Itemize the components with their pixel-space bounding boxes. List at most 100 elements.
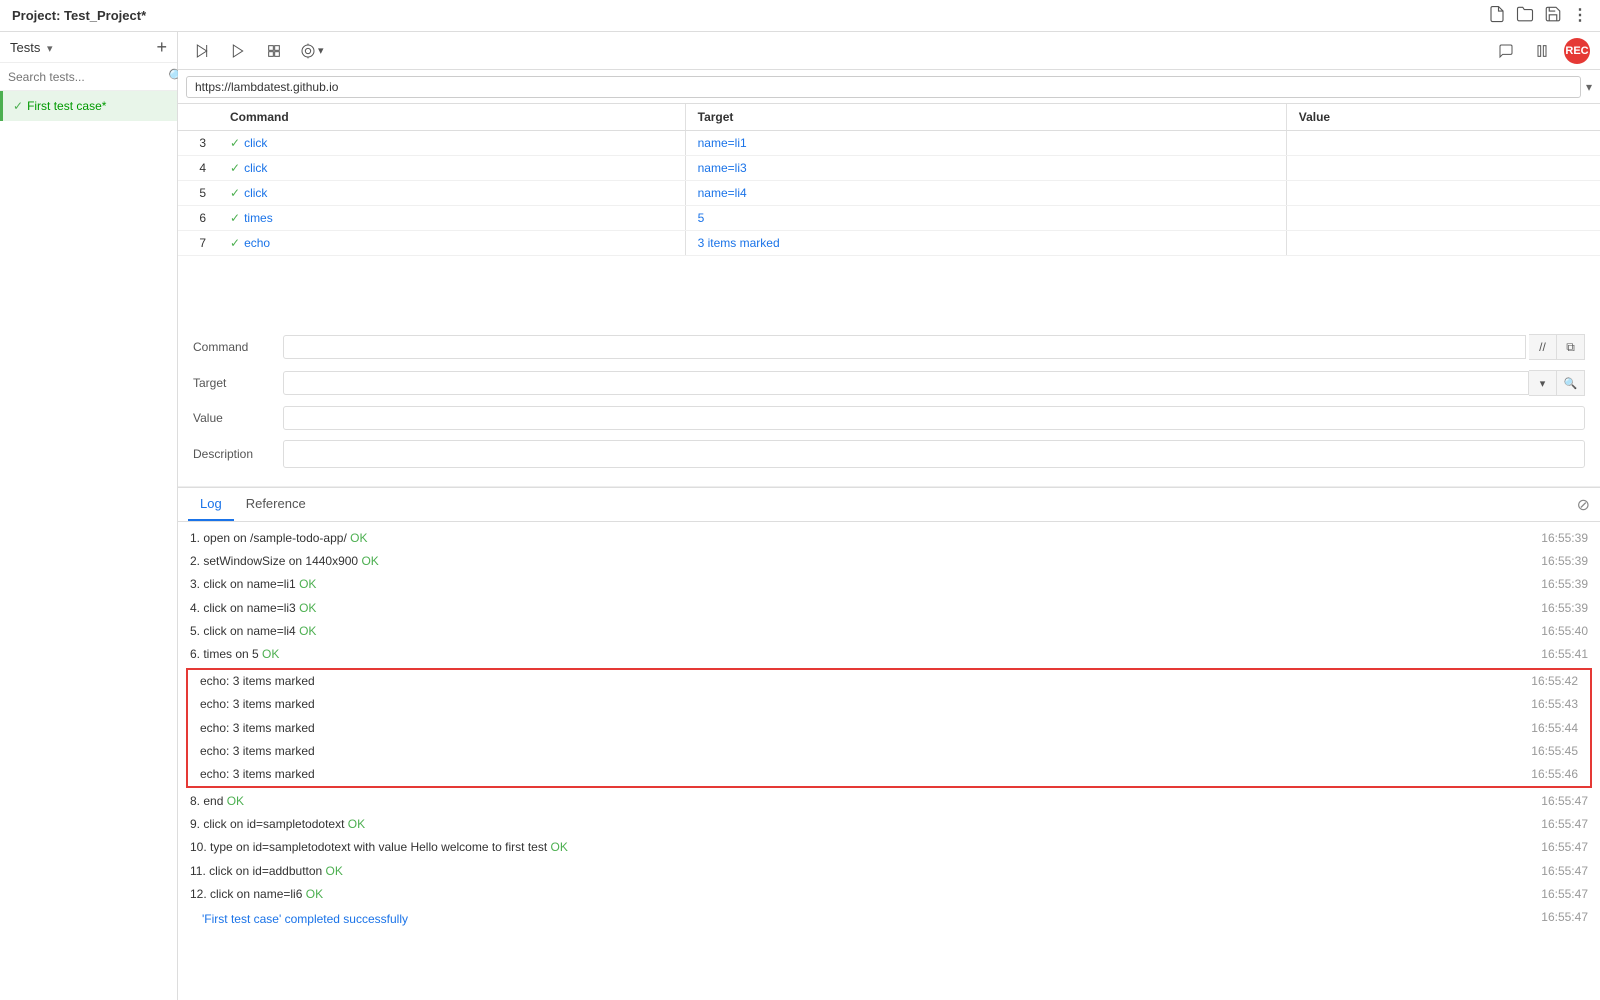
log-text: 1. open on /sample-todo-app/ OK [190, 529, 367, 548]
log-item: 10. type on id=sampletodotext with value… [178, 836, 1600, 859]
target-input[interactable] [283, 371, 1529, 395]
log-item: 11. click on id=addbutton OK16:55:47 [178, 860, 1600, 883]
log-item: 2. setWindowSize on 1440x900 OK16:55:39 [178, 550, 1600, 573]
log-time: 16:55:39 [1541, 599, 1588, 618]
value-label: Value [193, 411, 283, 425]
table-row[interactable]: 3 ✓click name=li1 [178, 131, 1600, 156]
main-layout: Tests ▾ + 🔍 ✓First test case* [0, 32, 1600, 1000]
top-bar: Project: Test_Project* ⋮ [0, 0, 1600, 32]
top-bar-icons: ⋮ [1488, 5, 1588, 26]
search-box: 🔍 [0, 63, 177, 91]
tests-dropdown-arrow[interactable]: ▾ [47, 43, 53, 55]
log-item: echo: 3 items marked16:55:44 [188, 717, 1590, 740]
log-time: 16:55:44 [1531, 719, 1578, 738]
test-item-first[interactable]: ✓First test case* [0, 91, 177, 121]
more-icon[interactable]: ⋮ [1572, 5, 1588, 26]
row-command: ✓click [218, 181, 685, 206]
log-text: 6. times on 5 OK [190, 645, 279, 664]
row-value [1286, 231, 1600, 256]
target-input-wrapper: ▾ 🔍 [283, 370, 1585, 396]
command-copy-btn[interactable]: ⧉ [1557, 334, 1585, 360]
record-label: REC [1565, 45, 1588, 57]
highlighted-log-group: echo: 3 items marked16:55:42echo: 3 item… [186, 668, 1592, 788]
log-item: 8. end OK16:55:47 [178, 790, 1600, 813]
row-command: ✓click [218, 131, 685, 156]
log-item: 12. click on name=li6 OK16:55:47 [178, 883, 1600, 906]
log-item: 3. click on name=li1 OK16:55:39 [178, 573, 1600, 596]
log-item: 1. open on /sample-todo-app/ OK16:55:39 [178, 527, 1600, 550]
url-input[interactable] [186, 76, 1581, 98]
search-input[interactable] [8, 70, 163, 84]
tab-reference[interactable]: Reference [234, 488, 318, 521]
replay-button[interactable] [260, 37, 288, 65]
log-text: echo: 3 items marked [200, 765, 315, 784]
record-button[interactable]: REC [1564, 38, 1590, 64]
url-dropdown-arrow[interactable]: ▾ [1586, 80, 1592, 94]
log-text: 10. type on id=sampletodotext with value… [190, 838, 568, 857]
description-label: Description [193, 447, 283, 461]
log-tabs: Log Reference ⊘ [178, 488, 1600, 522]
log-item: 6. times on 5 OK 16:55:41 [178, 643, 1600, 666]
log-time: 16:55:42 [1531, 672, 1578, 691]
log-item: 9. click on id=sampletodotext OK16:55:47 [178, 813, 1600, 836]
tests-label: Tests [10, 40, 40, 55]
log-time: 16:55:47 [1541, 885, 1588, 904]
col-command-header: Command [218, 104, 685, 131]
log-success-text: 'First test case' completed successfully [190, 908, 420, 931]
description-input[interactable] [283, 440, 1585, 468]
row-num: 6 [178, 206, 218, 231]
log-time: 16:55:41 [1541, 645, 1588, 664]
log-item: echo: 3 items marked16:55:42 [188, 670, 1590, 693]
tab-log[interactable]: Log [188, 488, 234, 521]
url-bar: ▾ [178, 70, 1600, 104]
row-target: name=li3 [685, 156, 1286, 181]
command-row: Command // ⧉ [193, 334, 1585, 360]
target-row: Target ▾ 🔍 [193, 370, 1585, 396]
log-text: echo: 3 items marked [200, 742, 315, 761]
target-search-btn[interactable]: 🔍 [1557, 370, 1585, 396]
log-panel: Log Reference ⊘ 1. open on /sample-todo-… [178, 487, 1600, 1000]
table-row[interactable]: 7 ✓echo 3 items marked [178, 231, 1600, 256]
log-text: echo: 3 items marked [200, 695, 315, 714]
folder-icon[interactable] [1516, 5, 1534, 26]
pause-button[interactable] [1528, 37, 1556, 65]
table-row[interactable]: 4 ✓click name=li3 [178, 156, 1600, 181]
new-file-icon[interactable] [1488, 5, 1506, 26]
target-label: Target [193, 376, 283, 390]
log-time: 16:55:47 [1541, 862, 1588, 881]
target-button[interactable]: ▾ [296, 37, 328, 65]
row-num: 4 [178, 156, 218, 181]
save-icon[interactable] [1544, 5, 1562, 26]
clear-log-button[interactable]: ⊘ [1577, 495, 1590, 515]
table-row[interactable]: 5 ✓click name=li4 [178, 181, 1600, 206]
log-text: 9. click on id=sampletodotext OK [190, 815, 365, 834]
table-row[interactable]: 6 ✓times 5 [178, 206, 1600, 231]
row-value [1286, 131, 1600, 156]
col-value-header: Value [1286, 104, 1600, 131]
row-target: 3 items marked [685, 231, 1286, 256]
row-target: name=li4 [685, 181, 1286, 206]
step-run-button[interactable] [188, 37, 216, 65]
row-command: ✓click [218, 156, 685, 181]
comment-button[interactable] [1492, 37, 1520, 65]
add-test-button[interactable]: + [156, 38, 167, 56]
value-input[interactable] [283, 406, 1585, 430]
row-command: ✓echo [218, 231, 685, 256]
log-time: 16:55:45 [1531, 742, 1578, 761]
log-time: 16:55:47 [1541, 838, 1588, 857]
project-name: Test_Project* [64, 8, 146, 23]
run-all-button[interactable] [224, 37, 252, 65]
left-panel: Tests ▾ + 🔍 ✓First test case* [0, 32, 178, 1000]
command-select[interactable] [283, 335, 1526, 359]
row-target: name=li1 [685, 131, 1286, 156]
log-item: echo: 3 items marked 16:55:45 [188, 740, 1590, 763]
command-label: Command [193, 340, 283, 354]
col-num-header [178, 104, 218, 131]
toolbar-right: REC [1492, 37, 1590, 65]
project-title: Project: Test_Project* [12, 8, 146, 23]
target-select-btn[interactable]: ▾ [1529, 370, 1557, 396]
row-num: 7 [178, 231, 218, 256]
command-comment-btn[interactable]: // [1529, 334, 1557, 360]
toolbar-left: ▾ [188, 37, 328, 65]
right-panel: ▾ REC ▾ [178, 32, 1600, 1000]
